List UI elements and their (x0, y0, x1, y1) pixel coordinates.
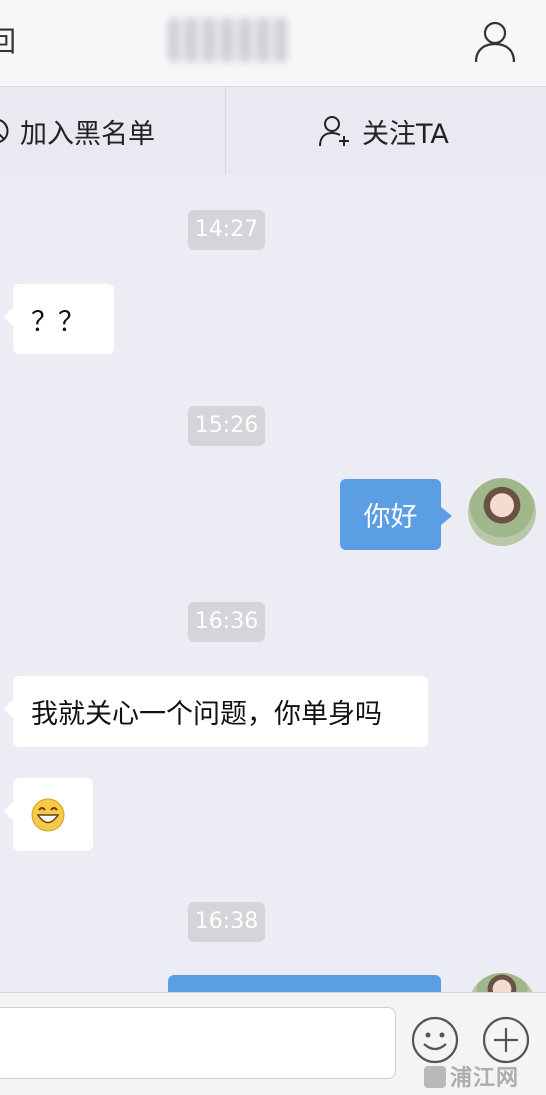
watermark-text: 浦江网 (450, 1066, 520, 1091)
timestamp: 15:26 (188, 406, 265, 446)
navigation-bar: 回 (0, 0, 546, 86)
timestamp: 14:27 (188, 210, 265, 250)
block-icon (0, 119, 9, 143)
add-person-icon (319, 116, 349, 147)
received-emoji-message[interactable] (3, 778, 93, 851)
profile-icon[interactable] (472, 18, 518, 64)
message-input[interactable] (0, 1007, 396, 1079)
timestamp: 16:36 (188, 602, 265, 642)
block-button[interactable]: 加入黑名单 (0, 87, 155, 175)
follow-button[interactable]: 关注TA (318, 87, 449, 175)
timestamp: 16:38 (188, 902, 265, 942)
back-button[interactable]: 回 (0, 22, 16, 62)
blurred-contact-name (168, 18, 288, 62)
watermark-logo-icon (424, 1066, 446, 1088)
received-message[interactable]: 我就关心一个问题，你单身吗 (3, 676, 428, 747)
sent-message[interactable]: 你好 (340, 479, 452, 550)
avatar[interactable] (468, 478, 536, 546)
emoji-icon[interactable] (410, 1015, 460, 1065)
block-button-label: 加入黑名单 (20, 118, 155, 150)
watermark: 浦江网 (424, 1060, 519, 1092)
plus-icon[interactable] (481, 1015, 531, 1065)
action-divider (225, 87, 226, 175)
action-bar: 加入黑名单 关注TA (0, 86, 546, 175)
follow-button-label: 关注TA (362, 118, 449, 150)
received-message[interactable]: ？？ (3, 284, 114, 354)
grinning-face-icon (31, 798, 65, 831)
